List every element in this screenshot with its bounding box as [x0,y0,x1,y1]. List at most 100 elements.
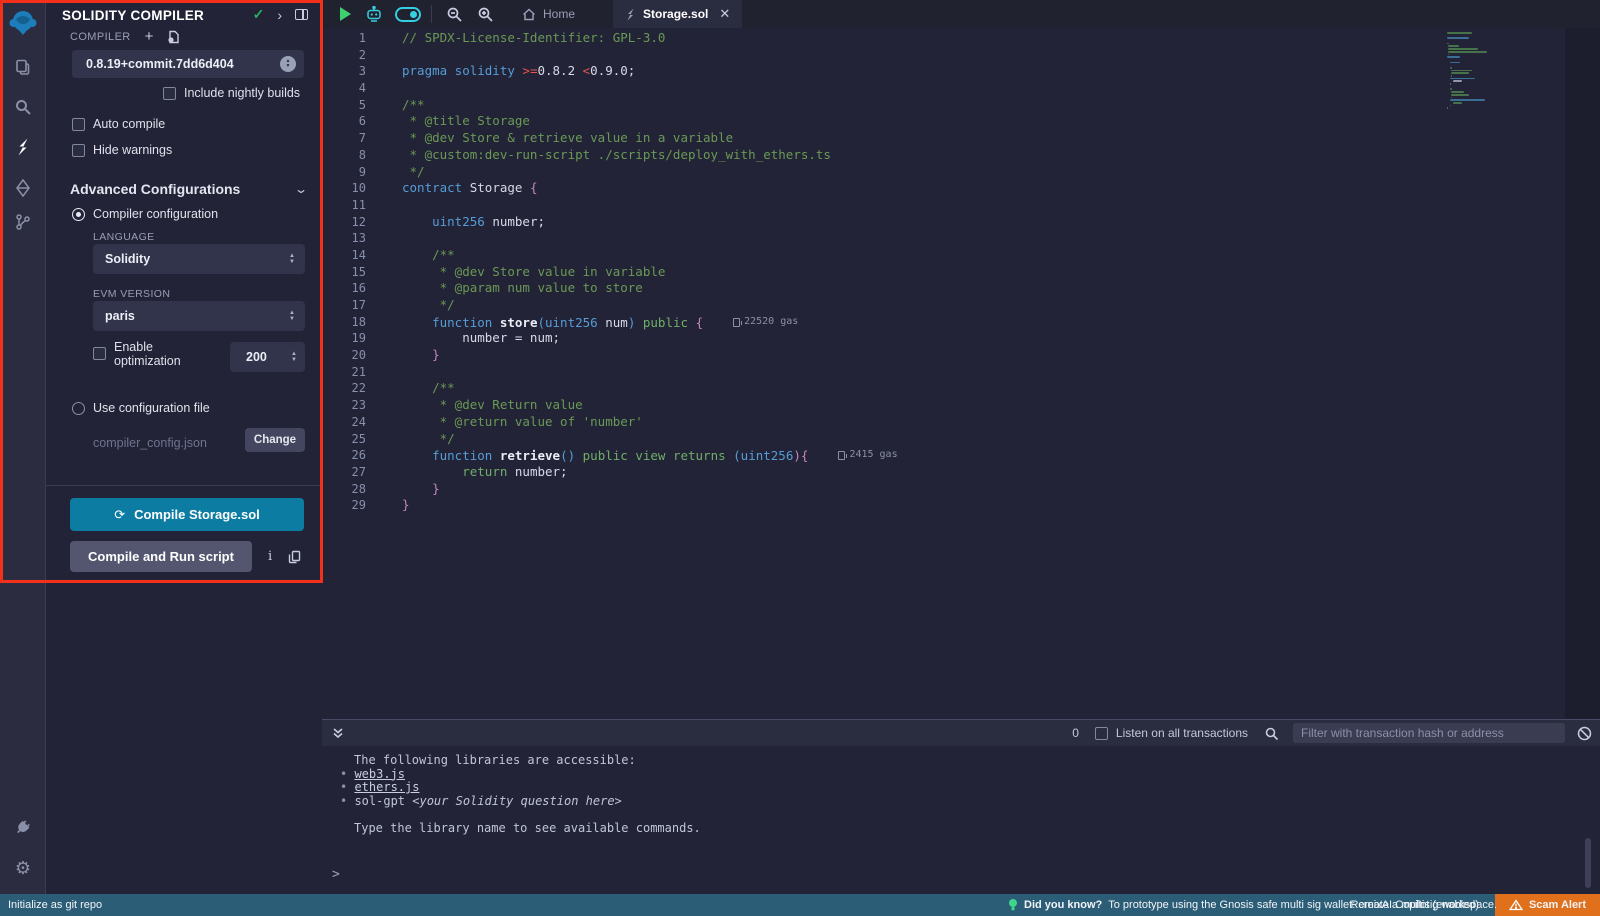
open-file-icon[interactable] [167,30,180,44]
tab-storage-sol[interactable]: Storage.sol ✕ [613,0,742,28]
deploy-and-run-icon[interactable] [0,174,46,202]
line-number: 27 [322,464,366,481]
code-token: return [462,464,507,479]
remix-logo-icon[interactable] [4,4,42,42]
tab-home[interactable]: Home [510,0,587,28]
config-file-name[interactable]: compiler_config.json [93,436,207,450]
minimap-line [1447,35,1505,37]
solidity-compiler-icon[interactable] [0,133,46,161]
language-label: LANGUAGE [93,231,155,243]
gas-pump-icon [733,318,740,327]
chevron-updown-icon: ▲▼ [289,310,295,322]
line-number: 8 [322,147,366,164]
line-number: 17 [322,297,366,314]
code-token [402,464,462,479]
add-custom-compiler-icon[interactable]: + [145,29,154,44]
git-icon[interactable] [0,208,46,236]
code-line: /** [402,97,898,114]
minimap-line [1447,43,1449,45]
terminal-text: Type the library name to see available c… [354,821,701,835]
remixai-assistant-icon[interactable] [365,6,383,23]
code-token: * @custom:dev-run-script ./scripts/deplo… [402,147,831,162]
minimap-line [1448,45,1459,47]
advanced-configurations-toggle[interactable]: Advanced Configurations ⌄ [70,181,306,197]
zoom-out-icon[interactable] [446,6,463,23]
clear-console-icon[interactable] [1577,726,1592,741]
code-line [402,80,898,97]
compile-and-run-button[interactable]: Compile and Run script [70,541,252,572]
code-editor[interactable]: 1234567891011121314151617181920212223242… [322,28,1600,719]
run-script-button[interactable] [340,7,351,21]
zoom-in-icon[interactable] [477,6,494,23]
copy-icon[interactable] [288,550,301,564]
terminal-line: • ethers.js [322,781,1600,795]
minimap-line [1451,70,1472,72]
code-content: // SPDX-License-Identifier: GPL-3.0 prag… [402,30,898,514]
code-token: } [432,481,440,496]
terminal-scrollbar[interactable] [1585,838,1591,888]
line-number: 23 [322,397,366,414]
minimap-line [1450,67,1452,69]
terminal-link[interactable]: ethers.js [354,780,419,794]
line-number: 16 [322,280,366,297]
auto-compile-checkbox[interactable] [72,118,85,131]
code-line: * @dev Return value [402,397,898,414]
file-explorer-icon[interactable] [0,53,46,81]
language-select[interactable]: Solidity ▲▼ [93,244,305,274]
collapse-terminal-icon[interactable] [332,727,344,739]
compile-button-label: Compile Storage.sol [134,507,260,522]
scam-alert-badge[interactable]: Scam Alert [1495,894,1600,916]
minimap-line [1450,105,1451,107]
code-token: (uint256 [733,448,793,463]
listen-transactions-checkbox[interactable] [1095,727,1108,740]
minimap-line [1447,40,1505,42]
code-token: * @param num value to store [402,280,643,295]
terminal-line: The following libraries are accessible: [322,754,1600,768]
code-token: * @dev Store value in variable [402,264,665,279]
use-configuration-file-radio[interactable] [72,402,85,415]
terminal-output[interactable]: The following libraries are accessible: •… [322,746,1600,894]
close-tab-icon[interactable]: ✕ [719,6,730,22]
compiler-configuration-radio[interactable] [72,208,85,221]
transaction-filter-input[interactable] [1293,723,1565,743]
code-token: * @return value of 'number' [402,414,643,429]
minimap-line [1450,83,1451,85]
line-number: 25 [322,431,366,448]
editor-minimap[interactable] [1447,32,1505,110]
code-line: * @dev Store value in variable [402,264,898,281]
terminal-text: • [340,794,354,808]
optimization-runs-input[interactable]: 200 ▲▼ [230,342,305,372]
status-bar: Initialize as git repo Did you know? To … [0,894,1600,916]
compile-success-icon: ✓ [253,6,265,23]
code-token: } [402,497,410,512]
git-init-status[interactable]: Initialize as git repo [8,899,102,911]
line-number: 29 [322,497,366,514]
info-icon[interactable]: i [268,549,272,564]
compile-button[interactable]: ⟳ Compile Storage.sol [70,498,304,531]
code-token: * @dev Return value [402,397,583,412]
use-configuration-file-label: Use configuration file [93,401,210,415]
search-icon[interactable] [0,93,46,121]
code-token: 0.9.0; [590,63,635,78]
terminal-link[interactable]: web3.js [354,767,405,781]
enable-optimization-checkbox[interactable] [93,347,106,360]
include-nightly-checkbox[interactable] [163,87,176,100]
hide-warnings-checkbox[interactable] [72,144,85,157]
line-number: 7 [322,130,366,147]
terminal-search-icon[interactable] [1264,726,1279,741]
terminal-text: • [340,780,354,794]
line-number: 20 [322,347,366,364]
terminal-panel: 0 Listen on all transactions [322,719,1600,894]
settings-icon[interactable]: ⚙ [0,854,46,882]
plugin-manager-icon[interactable] [0,814,46,842]
split-view-icon[interactable] [295,9,308,20]
terminal-line: • sol-gpt <your Solidity question here> [322,795,1600,809]
code-token: retrieve [492,448,560,463]
pin-panel-icon[interactable]: › [277,7,282,23]
change-config-button[interactable]: Change [245,428,305,452]
compiler-version-select[interactable]: 0.8.19+commit.7dd6d404 ▲▼ [72,50,304,78]
copilot-toggle[interactable] [395,7,421,22]
terminal-prompt[interactable]: > [332,867,340,882]
code-token: () [560,448,583,463]
evm-version-select[interactable]: paris ▲▼ [93,301,305,331]
